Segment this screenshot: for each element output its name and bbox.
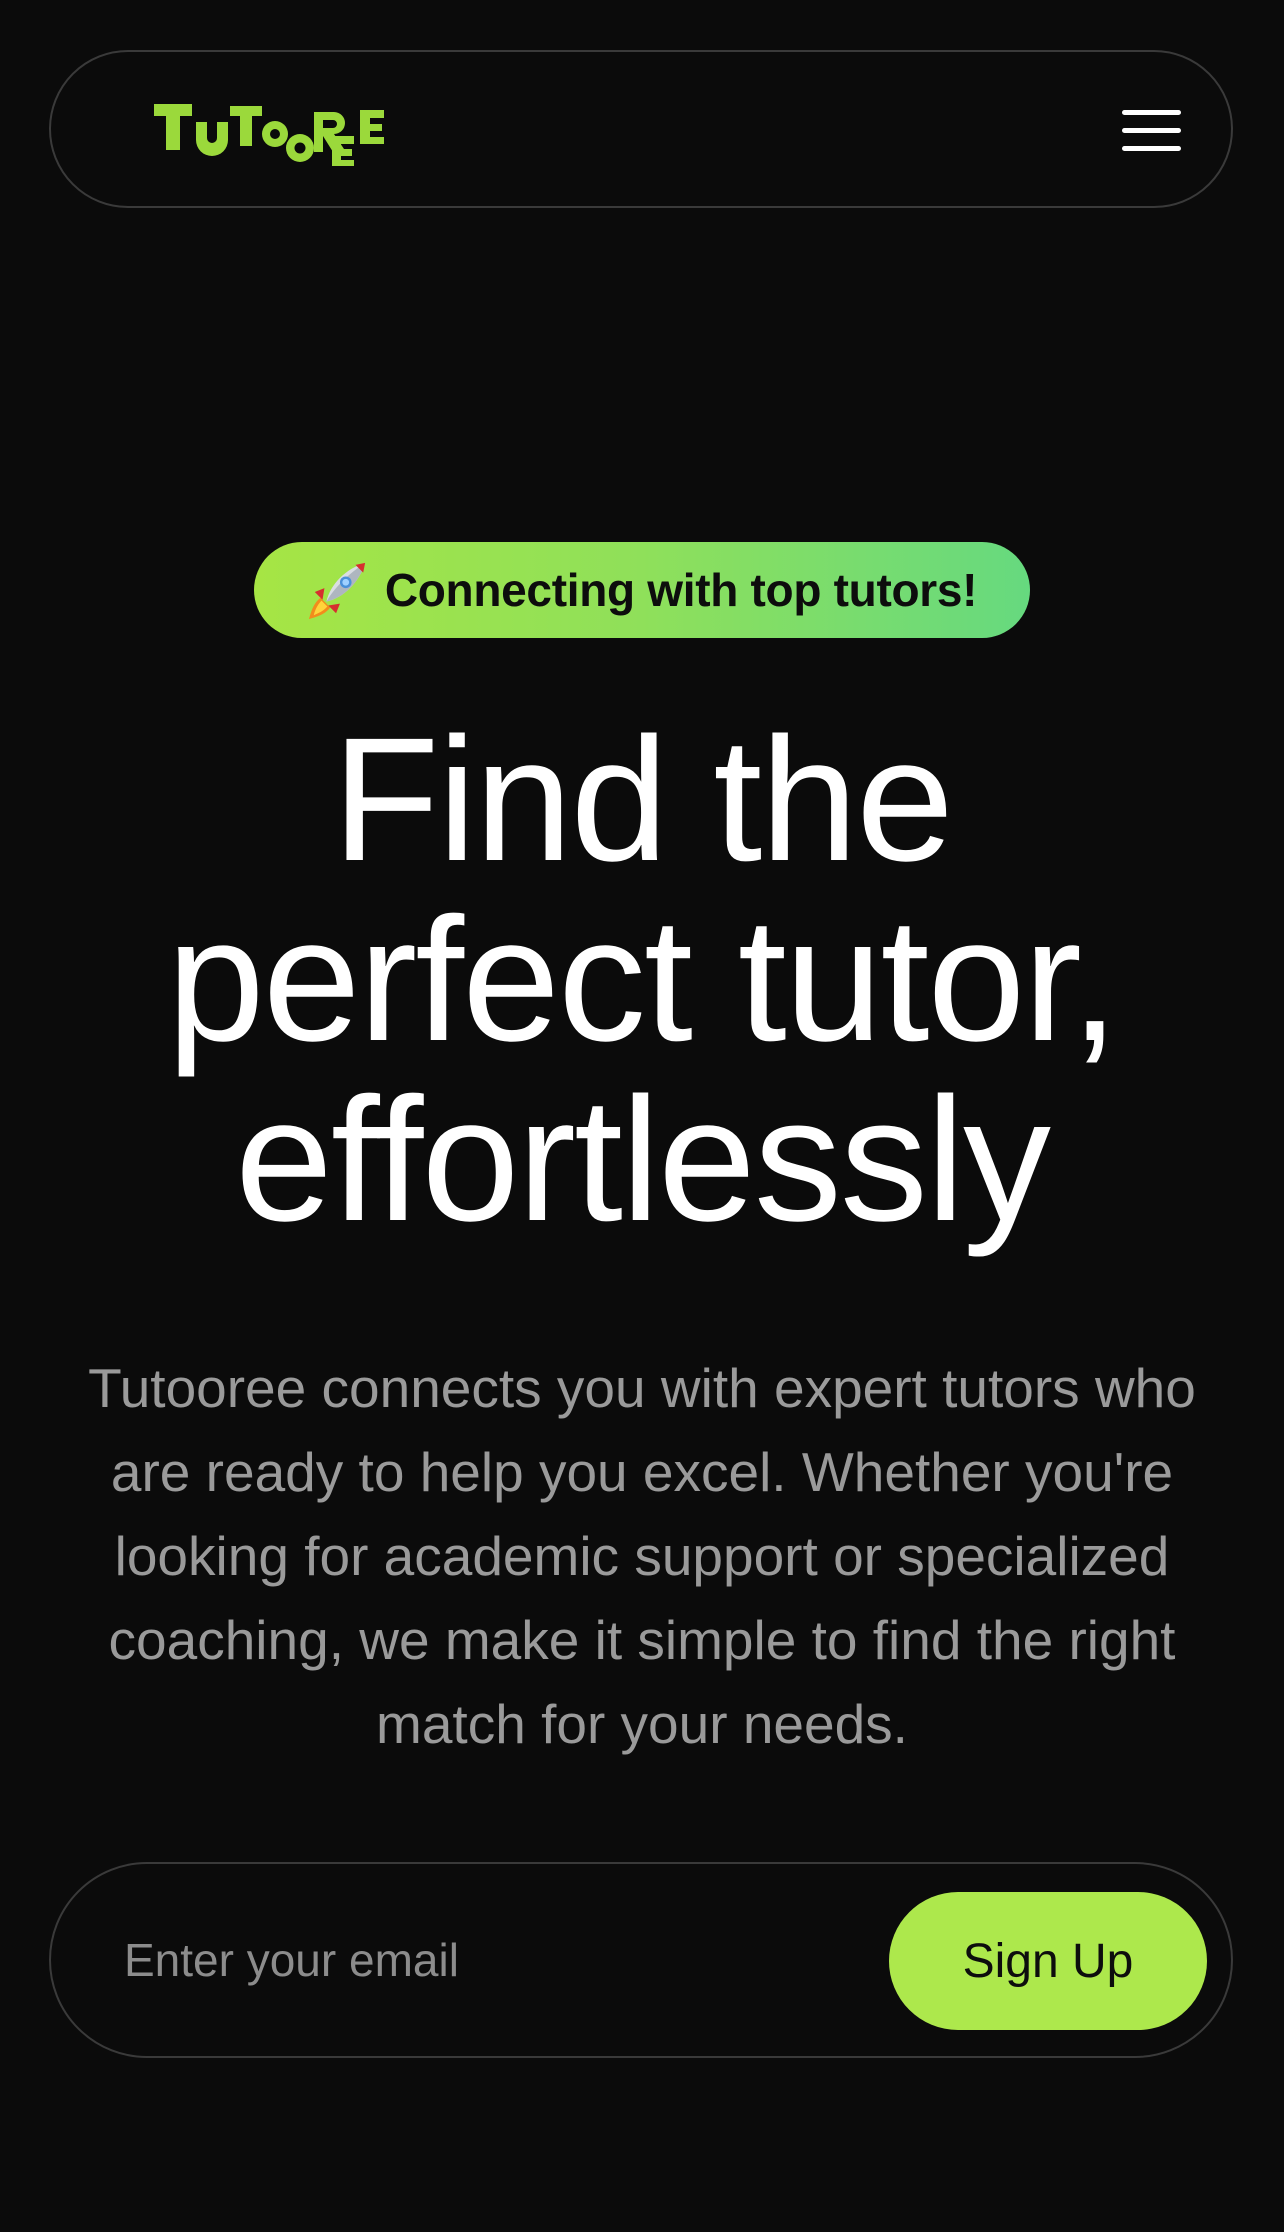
menu-line — [1122, 146, 1181, 151]
hero-description: Tutooree connects you with expert tutors… — [88, 1357, 1196, 1755]
hero-title-line: Find the — [332, 702, 954, 898]
hero-title-line: perfect tutor, — [166, 882, 1119, 1078]
menu-line — [1122, 110, 1181, 115]
announcement-badge: Connecting with top tutors! — [254, 542, 1030, 638]
hamburger-menu-icon[interactable] — [1118, 107, 1200, 157]
badge-label: Connecting with top tutors! — [384, 564, 978, 616]
sign-up-button[interactable]: Sign Up — [889, 1892, 1207, 2030]
email-input[interactable] — [124, 1912, 884, 2008]
rocket-icon — [308, 562, 365, 620]
signup-form: Sign Up — [49, 1862, 1233, 2058]
menu-line — [1122, 128, 1181, 133]
tutooree-logo[interactable] — [154, 96, 384, 172]
hero-title: Find the perfect tutor, effortlessly — [60, 710, 1224, 1250]
hero-title-line: effortlessly — [235, 1062, 1051, 1258]
header-bar — [49, 50, 1233, 208]
